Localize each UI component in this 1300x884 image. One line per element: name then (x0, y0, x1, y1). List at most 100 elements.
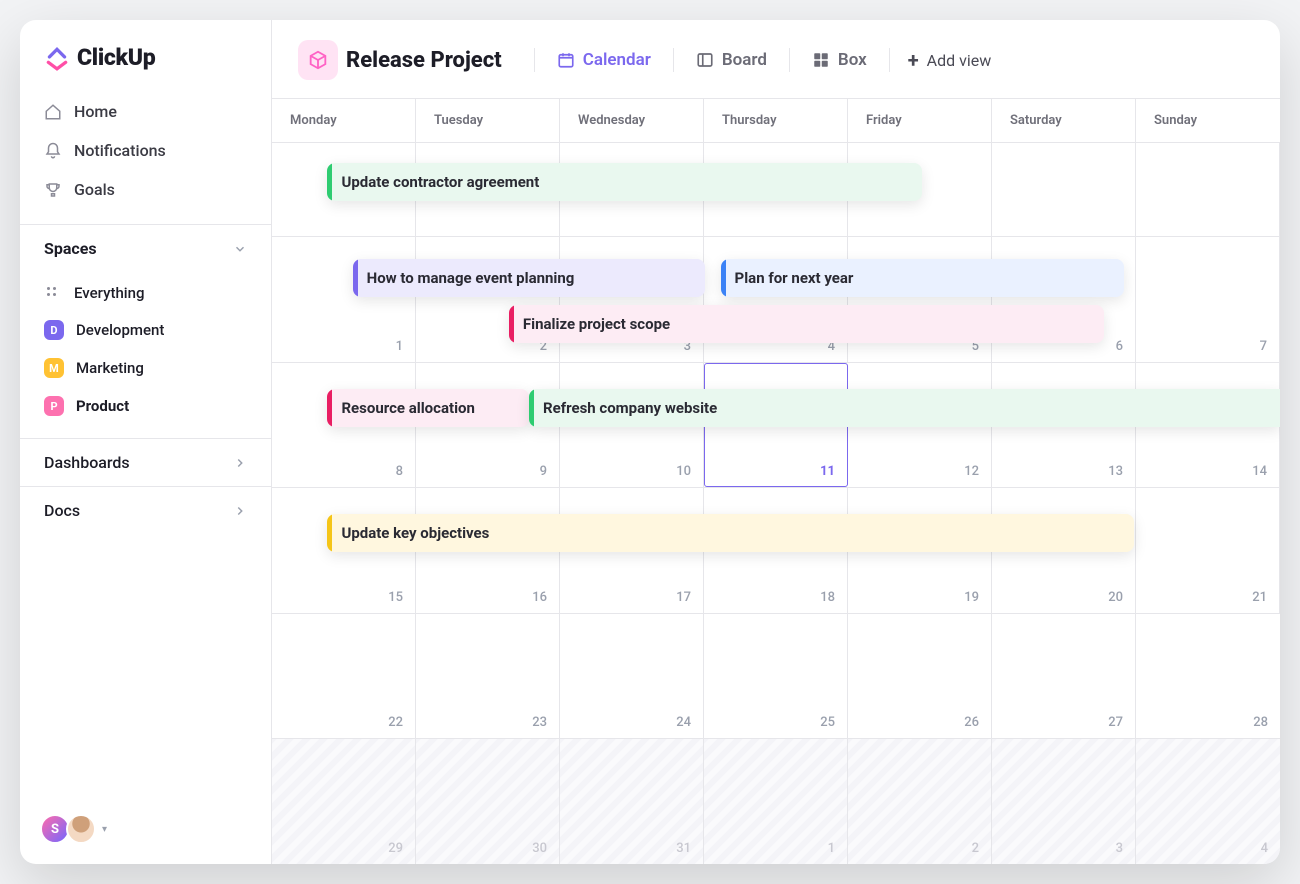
date-number: 27 (1108, 715, 1123, 730)
project-icon (298, 40, 338, 80)
dow-fri: Friday (848, 99, 992, 142)
nav-home[interactable]: Home (32, 93, 259, 130)
day-cell[interactable]: 29 (272, 739, 416, 864)
view-bar: Release Project Calendar Board Box + Add… (272, 20, 1280, 98)
space-product[interactable]: P Product (32, 388, 259, 424)
nav-notifications[interactable]: Notifications (32, 132, 259, 169)
view-board-label: Board (722, 50, 767, 70)
space-badge: P (44, 396, 64, 416)
day-cell[interactable]: 24 (560, 614, 704, 739)
week-row: 1 2 3 4 5 6 7 How to manage event planni… (272, 236, 1280, 362)
dow-mon: Monday (272, 99, 416, 142)
date-number: 4 (1261, 841, 1268, 856)
separator (889, 48, 890, 72)
view-calendar[interactable]: Calendar (553, 46, 655, 74)
space-everything-label: Everything (74, 284, 144, 302)
nav-primary: Home Notifications Goals (20, 89, 271, 224)
project-title: Release Project (346, 48, 502, 73)
day-cell[interactable]: 26 (848, 614, 992, 739)
everything-icon (44, 284, 62, 302)
day-cell[interactable]: 2 (416, 237, 560, 362)
space-everything[interactable]: Everything (32, 276, 259, 310)
event-manage-event-planning[interactable]: How to manage event planning (353, 259, 706, 297)
user-avatars[interactable]: S ▾ (40, 814, 107, 844)
event-plan-next-year[interactable]: Plan for next year (721, 259, 1124, 297)
space-marketing-label: Marketing (76, 359, 144, 377)
day-cell[interactable]: 3 (560, 237, 704, 362)
separator (673, 48, 674, 72)
event-finalize-scope[interactable]: Finalize project scope (509, 305, 1104, 343)
date-number: 16 (532, 590, 547, 605)
docs-label: Docs (44, 501, 80, 520)
avatar-photo (66, 814, 96, 844)
day-cell[interactable]: 7 (1136, 237, 1280, 362)
date-number: 11 (820, 464, 835, 479)
event-refresh-website[interactable]: Refresh company website (529, 389, 1280, 427)
event-update-objectives[interactable]: Update key objectives (327, 514, 1133, 552)
docs-section[interactable]: Docs (20, 486, 271, 534)
dow-thu: Thursday (704, 99, 848, 142)
calendar-icon (557, 51, 575, 69)
day-cell[interactable]: 31 (560, 739, 704, 864)
space-development[interactable]: D Development (32, 312, 259, 348)
nav-home-label: Home (74, 102, 117, 121)
day-cell[interactable]: 4 (1136, 739, 1280, 864)
brand-logo[interactable]: ClickUp (20, 20, 271, 89)
day-cell[interactable] (1136, 143, 1280, 236)
event-label: Plan for next year (735, 269, 854, 287)
date-number: 1 (396, 339, 403, 354)
plus-icon: + (908, 50, 919, 70)
date-number: 22 (388, 715, 403, 730)
date-number: 19 (964, 590, 979, 605)
date-number: 26 (964, 715, 979, 730)
day-cell[interactable]: 4 (704, 237, 848, 362)
event-contractor-agreement[interactable]: Update contractor agreement (327, 163, 922, 201)
day-cell[interactable]: 22 (272, 614, 416, 739)
event-label: Refresh company website (543, 399, 717, 417)
spaces-heading: Spaces (44, 239, 97, 258)
dashboards-label: Dashboards (44, 453, 130, 472)
nav-notifications-label: Notifications (74, 141, 166, 160)
chevron-right-icon (233, 456, 247, 470)
day-cell[interactable]: 6 (992, 237, 1136, 362)
day-cell[interactable]: 27 (992, 614, 1136, 739)
event-resource-allocation[interactable]: Resource allocation (327, 389, 529, 427)
event-label: How to manage event planning (367, 269, 575, 287)
space-badge: D (44, 320, 64, 340)
day-cell[interactable]: 25 (704, 614, 848, 739)
day-cell[interactable]: 23 (416, 614, 560, 739)
day-cell[interactable]: 2 (848, 739, 992, 864)
day-cell[interactable]: 28 (1136, 614, 1280, 739)
day-cell[interactable]: 5 (848, 237, 992, 362)
event-color-bar (353, 259, 358, 297)
spaces-header[interactable]: Spaces (20, 224, 271, 272)
view-box[interactable]: Box (808, 46, 871, 74)
event-color-bar (327, 163, 332, 201)
calendar: Monday Tuesday Wednesday Thursday Friday… (272, 98, 1280, 864)
view-box-label: Box (838, 50, 867, 70)
date-number: 29 (388, 841, 403, 856)
day-cell[interactable]: 1 (272, 237, 416, 362)
date-number: 25 (820, 715, 835, 730)
day-cell[interactable]: 1 (704, 739, 848, 864)
board-icon (696, 51, 714, 69)
day-cell[interactable]: 30 (416, 739, 560, 864)
add-view-button[interactable]: + Add view (908, 50, 992, 70)
day-cell[interactable]: 21 (1136, 488, 1280, 613)
date-number: 15 (388, 590, 403, 605)
space-marketing[interactable]: M Marketing (32, 350, 259, 386)
day-cell[interactable]: 3 (992, 739, 1136, 864)
nav-goals[interactable]: Goals (32, 171, 259, 208)
date-number: 6 (1116, 339, 1123, 354)
space-product-label: Product (76, 397, 129, 415)
weekday-header: Monday Tuesday Wednesday Thursday Friday… (272, 99, 1280, 142)
bell-icon (44, 142, 62, 160)
day-cell[interactable] (992, 143, 1136, 236)
event-color-bar (327, 514, 332, 552)
view-board[interactable]: Board (692, 46, 771, 74)
view-calendar-label: Calendar (583, 50, 651, 70)
chevron-down-icon (233, 242, 247, 256)
date-number: 28 (1253, 715, 1268, 730)
dashboards-section[interactable]: Dashboards (20, 438, 271, 486)
event-label: Finalize project scope (523, 315, 670, 333)
